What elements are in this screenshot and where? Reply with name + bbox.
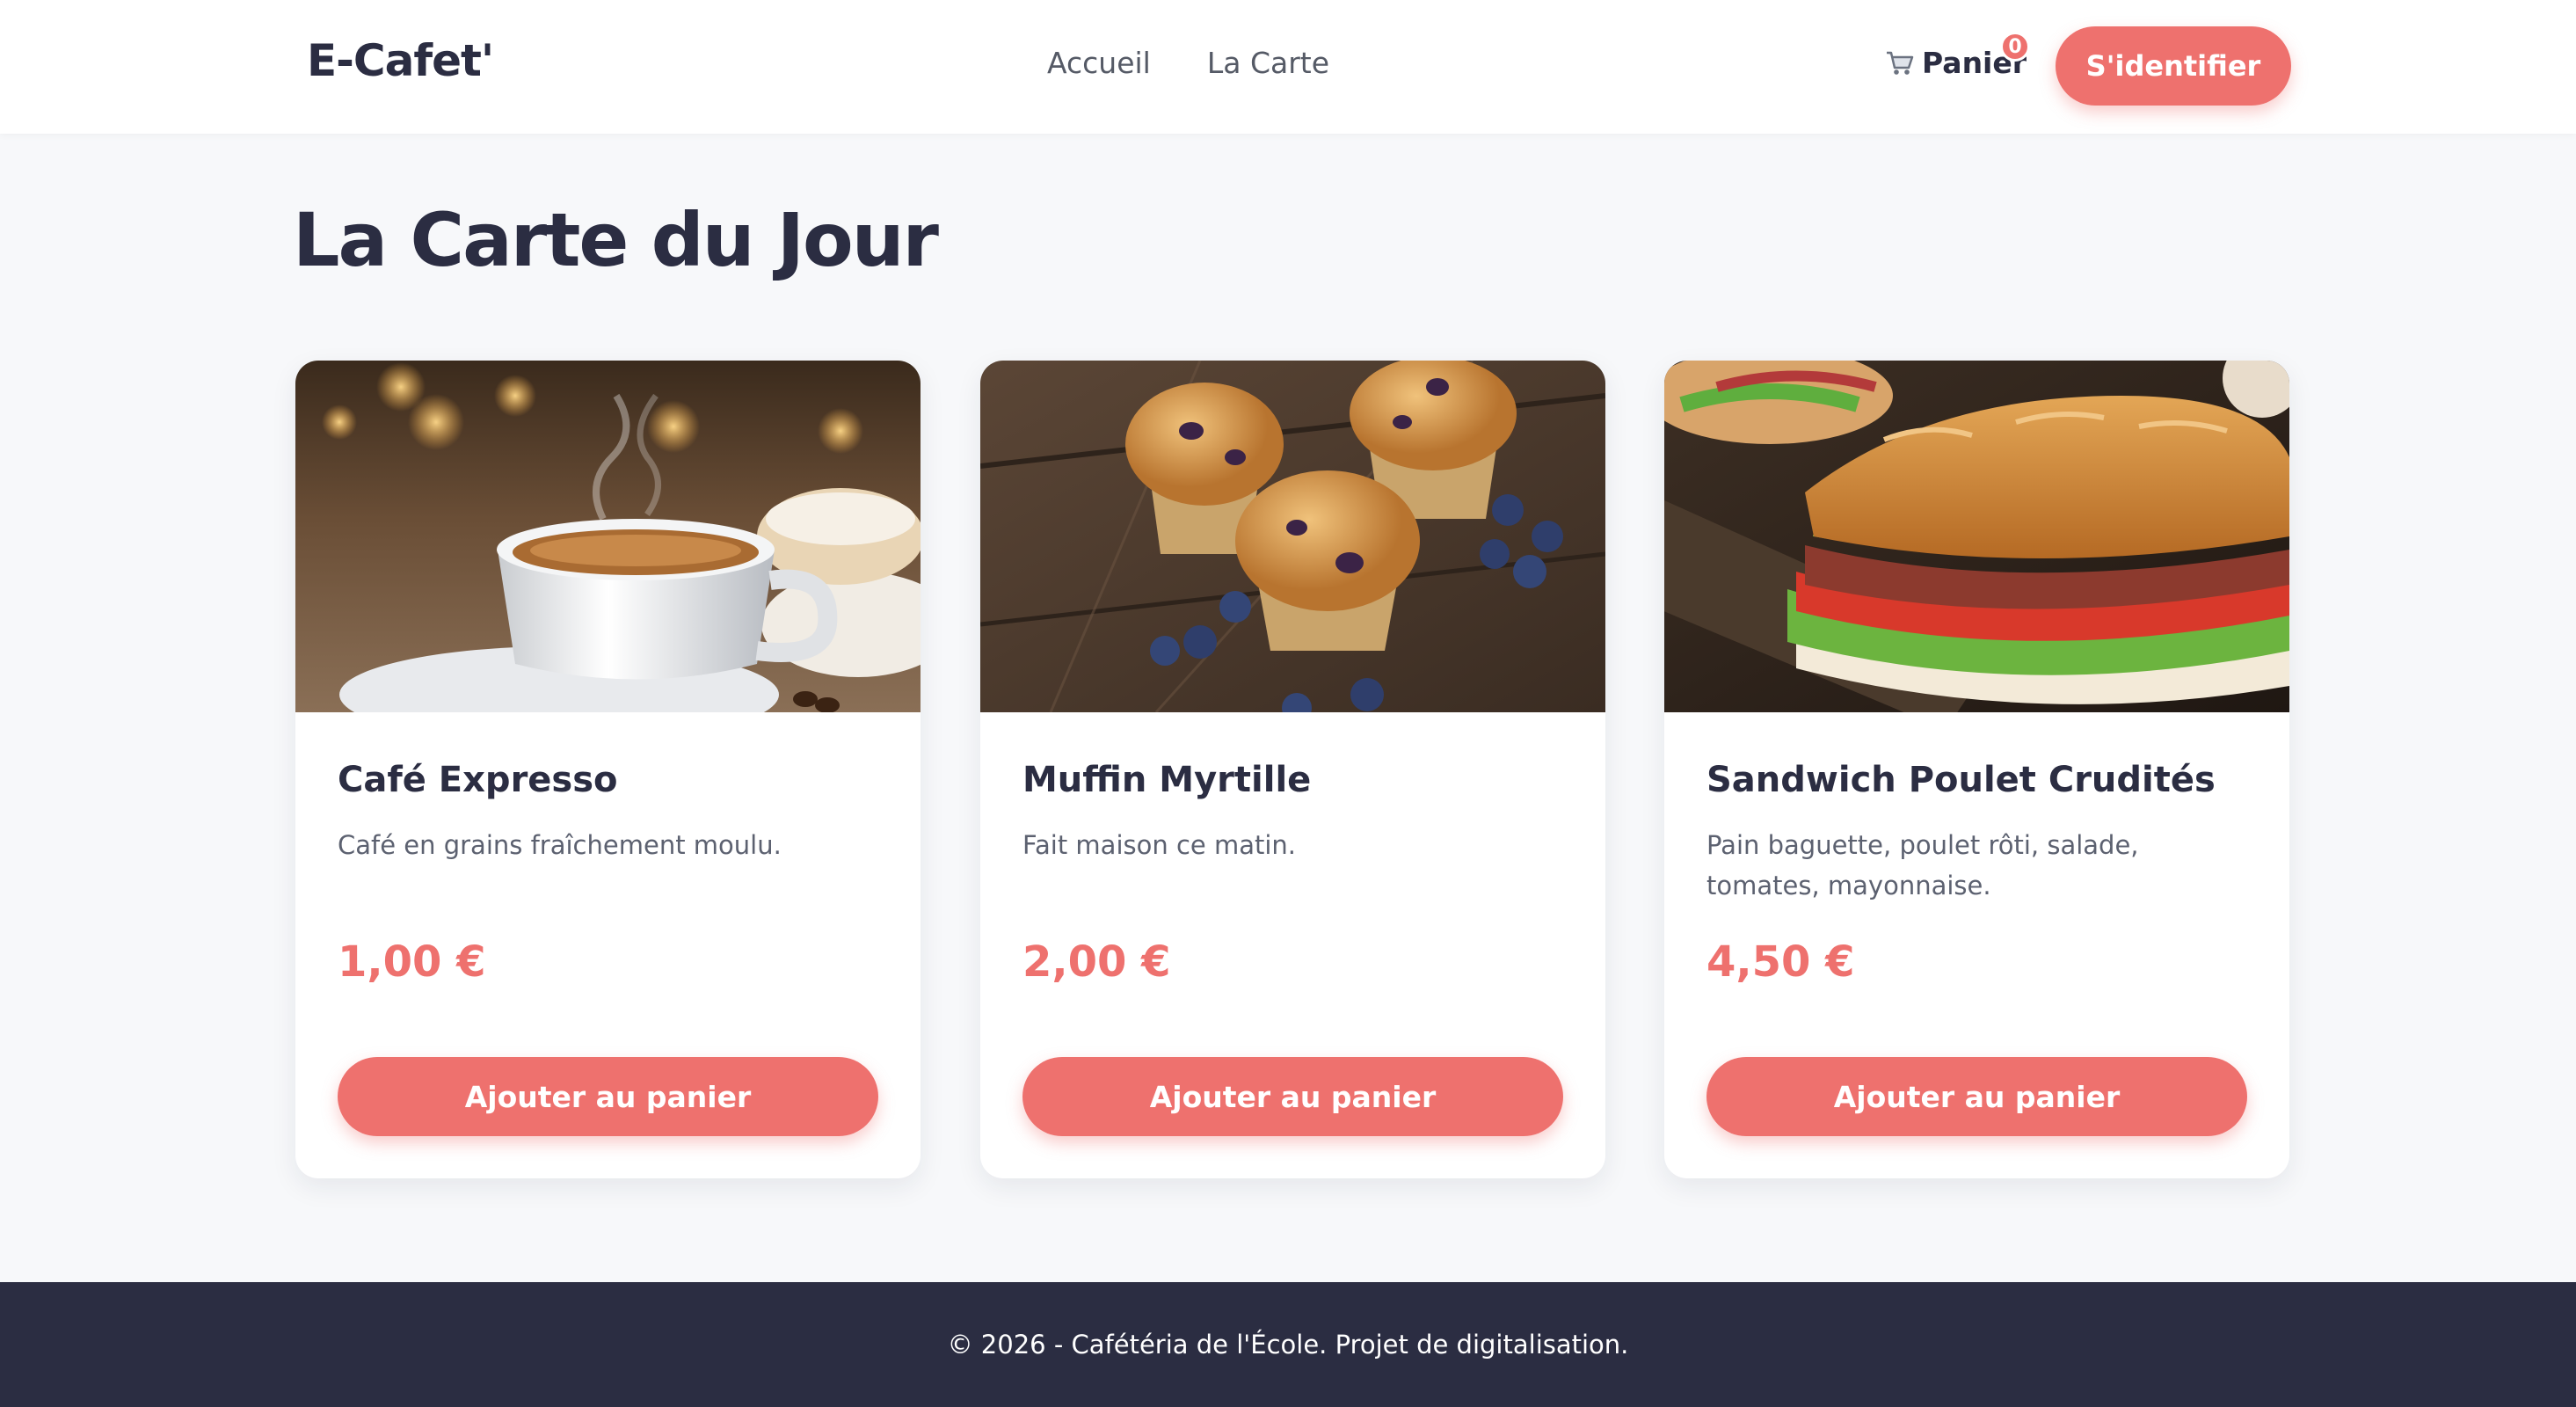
product-description: Pain baguette, poulet rôti, salade, toma… — [1706, 830, 2139, 900]
add-to-cart-button[interactable]: Ajouter au panier — [338, 1057, 878, 1136]
product-price: 2,00 € — [1022, 937, 1171, 987]
product-description: Café en grains fraîchement moulu. — [338, 830, 782, 860]
sandwich-image — [1664, 361, 2289, 712]
coffee-cup-image — [295, 361, 921, 712]
product-card: Sandwich Poulet Crudités Pain baguette, … — [1664, 361, 2289, 1178]
product-card: Café Expresso Café en grains fraîchement… — [295, 361, 921, 1178]
product-name: Muffin Myrtille — [1022, 760, 1312, 800]
logo[interactable]: E-Cafet' — [307, 35, 494, 86]
nav-link-accueil[interactable]: Accueil — [1047, 46, 1151, 80]
product-price: 1,00 € — [338, 937, 486, 987]
nav-link-la-carte[interactable]: La Carte — [1207, 46, 1329, 80]
top-navbar: E-Cafet' Accueil La Carte Panier 0 S'ide… — [0, 0, 2576, 134]
login-button[interactable]: S'identifier — [2056, 26, 2291, 106]
page-title: La Carte du Jour — [293, 197, 939, 283]
product-card: Muffin Myrtille Fait maison ce matin. 2,… — [980, 361, 1605, 1178]
product-name: Café Expresso — [338, 760, 618, 800]
add-to-cart-button[interactable]: Ajouter au panier — [1706, 1057, 2247, 1136]
cart-link[interactable]: Panier 0 — [1885, 32, 2030, 80]
cart-count-badge: 0 — [2000, 32, 2030, 62]
add-to-cart-button[interactable]: Ajouter au panier — [1022, 1057, 1563, 1136]
main-nav: Accueil La Carte — [1047, 46, 1329, 80]
blueberry-muffin-image — [980, 361, 1605, 712]
footer-copyright: © 2026 - Cafétéria de l'École. Projet de… — [947, 1330, 1629, 1360]
shopping-cart-icon — [1885, 50, 1915, 77]
product-description: Fait maison ce matin. — [1022, 830, 1297, 860]
footer: © 2026 - Cafétéria de l'École. Projet de… — [0, 1282, 2576, 1407]
product-price: 4,50 € — [1706, 937, 1855, 987]
product-name: Sandwich Poulet Crudités — [1706, 760, 2216, 800]
